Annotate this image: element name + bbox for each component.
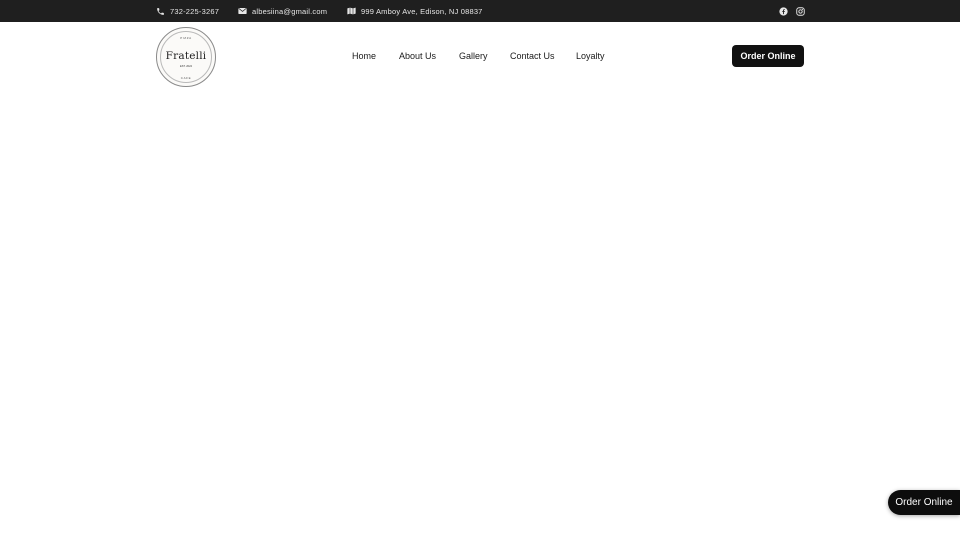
address-text: 999 Amboy Ave, Edison, NJ 08837 — [361, 6, 483, 16]
email-link[interactable]: albesiina@gmail.com — [238, 0, 327, 22]
order-online-button[interactable]: Order Online — [732, 45, 804, 67]
phone-icon — [157, 7, 164, 15]
nav-gallery[interactable]: Gallery — [459, 45, 488, 67]
facebook-icon — [778, 6, 788, 16]
email-text: albesiina@gmail.com — [252, 6, 328, 16]
phone-link[interactable]: 732-225-3267 — [156, 0, 219, 22]
phone-text: 732-225-3267 — [170, 6, 220, 16]
logo-est-text: EST. 2024 — [180, 65, 192, 68]
logo-brand: Fratelli — [165, 50, 207, 62]
site-logo[interactable]: PIZZA Fratelli EST. 2024 CAFE — [156, 27, 216, 87]
logo-bottom-text: CAFE — [180, 76, 192, 80]
nav-about-us[interactable]: About Us — [399, 45, 436, 67]
envelope-icon — [238, 8, 247, 14]
top-bar: 732-225-3267 albesiina@gmail.com 999 Amb… — [0, 0, 960, 22]
map-icon — [347, 7, 356, 15]
floating-order-online-button[interactable]: Order Online — [888, 490, 960, 515]
instagram-link[interactable] — [795, 0, 805, 22]
nav-contact-us[interactable]: Contact Us — [510, 45, 555, 67]
instagram-icon — [795, 6, 805, 16]
nav-home[interactable]: Home — [352, 45, 376, 67]
address-link[interactable]: 999 Amboy Ave, Edison, NJ 08837 — [347, 0, 483, 22]
facebook-link[interactable] — [778, 0, 788, 22]
logo-top-text: PIZZA — [180, 36, 192, 40]
nav-loyalty[interactable]: Loyalty — [576, 45, 605, 67]
